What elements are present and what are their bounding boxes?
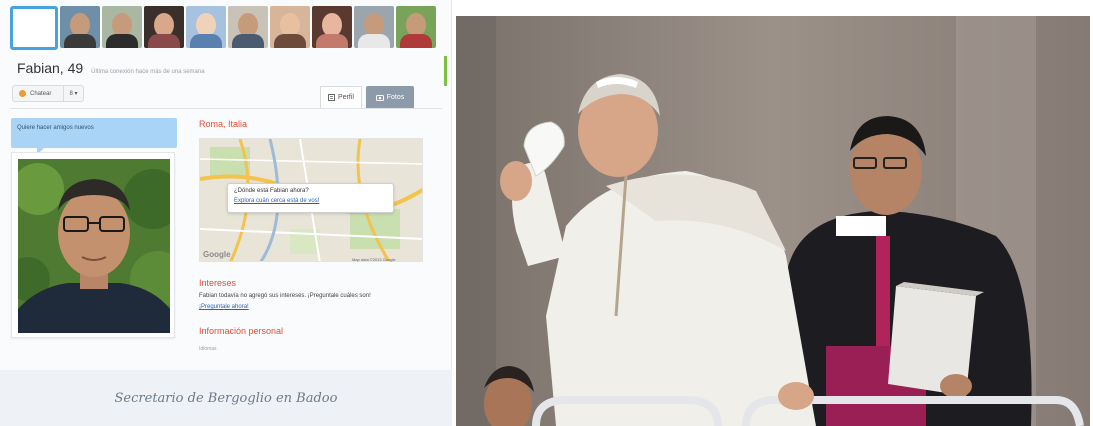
chat-label: Chatear <box>30 90 52 97</box>
profile-page: Fabian, 49 Última conexión hace más de u… <box>0 0 452 426</box>
interests-title: Intereses <box>199 278 237 288</box>
chat-button[interactable]: Chatear <box>12 85 64 102</box>
chat-dot-icon <box>19 90 26 97</box>
profile-photo[interactable] <box>18 159 170 333</box>
thumbnail[interactable] <box>354 6 394 48</box>
ask-now-link[interactable]: ¡Preguntale ahora! <box>199 304 249 310</box>
news-photo <box>456 16 1090 426</box>
tab-divider <box>10 108 442 109</box>
caption: Secretario de Bergoglio en Badoo <box>114 390 338 406</box>
personal-info-subtitle: Idiomas <box>199 346 217 352</box>
personal-info-title: Información personal <box>199 326 284 336</box>
tab-profile[interactable]: Perfil <box>320 86 362 108</box>
thumbnail[interactable] <box>186 6 226 48</box>
profile-icon <box>328 94 336 101</box>
caption-band: Secretario de Bergoglio en Badoo <box>0 370 452 426</box>
composite-screenshot: Fabian, 49 Última conexión hace más de u… <box>0 0 1093 426</box>
thumbnail[interactable] <box>60 6 100 48</box>
thumbnail[interactable] <box>312 6 352 48</box>
thumbnail[interactable] <box>270 6 310 48</box>
profile-name-age: Fabian, 49 <box>17 60 84 76</box>
thumbnail[interactable] <box>102 6 142 48</box>
status-bubble: Quiere hacer amigos nuevos <box>11 118 177 155</box>
thumbnail[interactable] <box>144 6 184 48</box>
map-brand-logo: Google <box>203 250 231 259</box>
tab-profile-label: Perfil <box>338 94 354 101</box>
tab-photos-label: Fotos <box>386 93 405 101</box>
interests-text: Fabian todavía no agregó sus intereses. … <box>199 293 371 299</box>
photo-thumbnail-strip <box>10 6 448 50</box>
tab-photos[interactable]: Fotos <box>366 86 414 108</box>
thumbnail[interactable] <box>228 6 268 48</box>
profile-photo-frame[interactable] <box>11 152 175 338</box>
thumbnail[interactable] <box>396 6 436 48</box>
more-dropdown-button[interactable]: 8 ▾ <box>64 85 84 102</box>
selected-thumbnail[interactable] <box>10 6 58 50</box>
camera-icon <box>375 94 384 101</box>
location-title: Roma, Italia <box>199 119 248 129</box>
last-connection: Última conexión hace más de una semana <box>91 69 205 75</box>
map-link[interactable]: Explora cuán cerca está de vos! <box>234 198 387 204</box>
profile-header: Fabian, 49 Última conexión hace más de u… <box>17 60 205 76</box>
online-indicator <box>444 56 447 86</box>
map-question: ¿Dónde está Fabian ahora? <box>234 188 309 194</box>
map-popup: ¿Dónde está Fabian ahora? Explora cuán c… <box>227 183 394 213</box>
map-footer: Map data ©2013 Google <box>352 257 396 262</box>
